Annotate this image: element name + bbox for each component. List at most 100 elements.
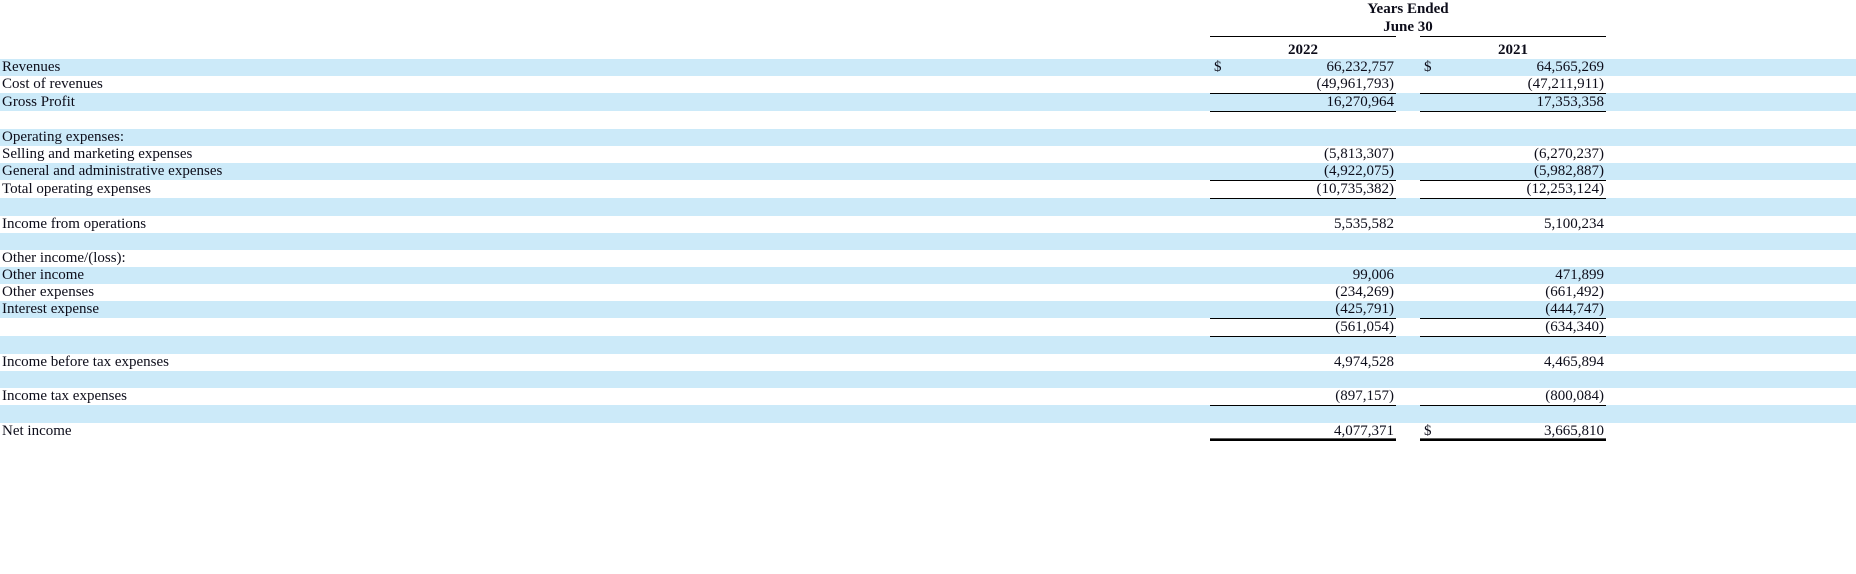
right-margin — [1606, 128, 1856, 146]
value-2021: (634,340) — [1446, 318, 1607, 337]
right-margin — [1606, 422, 1856, 440]
value-2021: 17,353,358 — [1446, 93, 1607, 112]
value-2022 — [1236, 370, 1396, 388]
currency-symbol-2021 — [1420, 283, 1446, 301]
value-2022 — [1236, 405, 1396, 423]
value-2022: 4,077,371 — [1236, 422, 1396, 441]
value-2022: 5,535,582 — [1236, 215, 1396, 233]
value-2022 — [1236, 249, 1396, 267]
currency-symbol-2021 — [1420, 405, 1446, 423]
right-margin — [1606, 318, 1856, 336]
currency-symbol-2021 — [1420, 128, 1446, 146]
column-gap — [1396, 58, 1420, 76]
currency-symbol-2022 — [1210, 111, 1236, 129]
currency-symbol-2022 — [1210, 387, 1236, 406]
right-margin — [1606, 180, 1856, 198]
column-gap — [1396, 93, 1420, 111]
currency-symbol-2021 — [1420, 370, 1446, 388]
value-2022: (234,269) — [1236, 283, 1396, 301]
table-row: Other income/(loss): — [0, 249, 1856, 267]
table-row: Net income 4,077,371 $3,665,810 — [0, 422, 1856, 441]
value-2022 — [1236, 336, 1396, 354]
table-row — [0, 405, 1856, 423]
currency-symbol-2022 — [1210, 336, 1236, 354]
value-2021 — [1446, 336, 1607, 354]
right-margin — [1606, 162, 1856, 180]
column-gap — [1396, 405, 1420, 423]
value-2021: (12,253,124) — [1446, 180, 1607, 199]
currency-symbol-2021 — [1420, 75, 1446, 94]
header-row-subtitle: June 30 — [0, 18, 1856, 37]
row-label — [0, 232, 1210, 250]
currency-symbol-2022: $ — [1210, 58, 1236, 76]
column-gap — [1396, 198, 1420, 216]
value-2021 — [1446, 111, 1607, 129]
value-2021 — [1446, 370, 1607, 388]
currency-symbol-2021 — [1420, 387, 1446, 406]
right-margin — [1606, 145, 1856, 163]
row-label — [0, 405, 1210, 423]
column-gap — [1396, 232, 1420, 250]
value-2021: (47,211,911) — [1446, 75, 1607, 94]
value-2021: 3,665,810 — [1446, 422, 1607, 441]
column-gap — [1396, 249, 1420, 267]
column-gap — [1396, 422, 1420, 440]
table-row: Cost of revenues (49,961,793) (47,211,911) — [0, 75, 1856, 94]
value-2021 — [1446, 405, 1607, 423]
column-gap — [1396, 162, 1420, 180]
value-2022 — [1236, 232, 1396, 250]
value-2021 — [1446, 128, 1607, 146]
table-row: (561,054) (634,340) — [0, 318, 1856, 337]
row-label: Income from operations — [0, 215, 1210, 233]
right-margin — [1606, 249, 1856, 267]
currency-symbol-2022 — [1210, 180, 1236, 199]
currency-symbol-2021 — [1420, 232, 1446, 250]
right-margin — [1606, 198, 1856, 216]
right-margin — [1606, 111, 1856, 129]
right-margin — [1606, 387, 1856, 405]
value-2022 — [1236, 198, 1396, 216]
row-label: Other income — [0, 266, 1210, 284]
column-gap — [1396, 336, 1420, 354]
row-label: Income tax expenses — [0, 387, 1210, 405]
row-label — [0, 370, 1210, 388]
currency-symbol-2022 — [1210, 128, 1236, 146]
table-row: Income from operations 5,535,582 5,100,234 — [0, 215, 1856, 233]
currency-symbol-2022 — [1210, 266, 1236, 284]
currency-symbol-2021 — [1420, 180, 1446, 199]
currency-symbol-2021 — [1420, 266, 1446, 284]
header-row-title: Years Ended — [0, 0, 1856, 18]
right-margin — [1606, 93, 1856, 111]
right-margin — [1606, 58, 1856, 76]
row-label — [0, 318, 1210, 336]
currency-symbol-2022 — [1210, 318, 1236, 337]
currency-symbol-2022 — [1210, 249, 1236, 267]
right-margin — [1606, 75, 1856, 93]
currency-symbol-2022 — [1210, 405, 1236, 423]
currency-symbol-2021: $ — [1420, 422, 1446, 441]
currency-symbol-2021 — [1420, 353, 1446, 371]
currency-symbol-2021 — [1420, 162, 1446, 181]
table-header: Years Ended June 30 2022 2021 — [0, 0, 1856, 59]
right-margin — [1606, 266, 1856, 284]
currency-symbol-2022 — [1210, 283, 1236, 301]
value-2022: (5,813,307) — [1236, 145, 1396, 163]
right-margin — [1606, 405, 1856, 423]
value-2021: (444,747) — [1446, 300, 1607, 319]
row-label: Total operating expenses — [0, 180, 1210, 198]
row-label — [0, 336, 1210, 354]
value-2021 — [1446, 198, 1607, 216]
currency-symbol-2021 — [1420, 111, 1446, 129]
value-2022: (561,054) — [1236, 318, 1396, 337]
column-gap — [1396, 111, 1420, 129]
row-label: Operating expenses: — [0, 128, 1210, 146]
row-label: Revenues — [0, 58, 1210, 76]
currency-symbol-2021 — [1420, 145, 1446, 163]
period-title-line2: June 30 — [1383, 19, 1433, 35]
row-label: Income before tax expenses — [0, 353, 1210, 371]
value-2022: (425,791) — [1236, 300, 1396, 319]
row-label: Net income — [0, 422, 1210, 440]
value-2022: 99,006 — [1236, 266, 1396, 284]
table-row — [0, 111, 1856, 129]
table-row: Income before tax expenses 4,974,528 4,465… — [0, 353, 1856, 371]
